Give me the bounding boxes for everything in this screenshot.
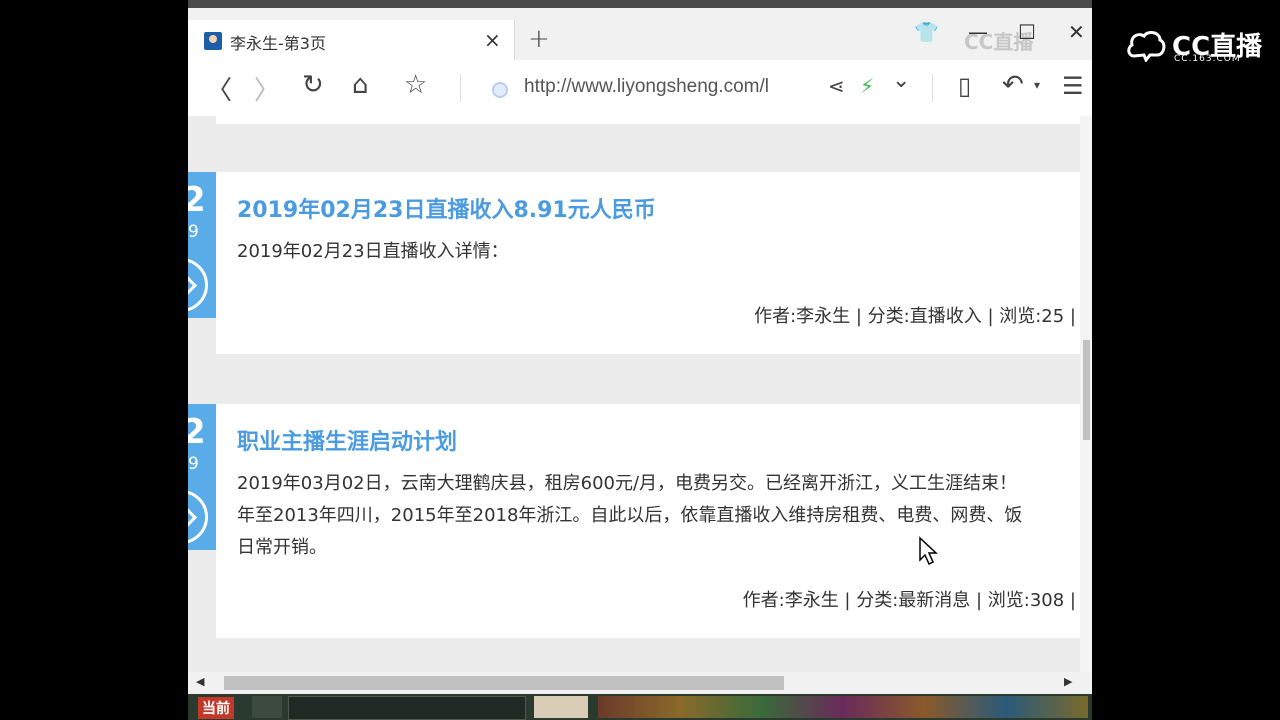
- vertical-scrollbar[interactable]: [1080, 116, 1092, 672]
- post-meta: 作者:李永生 | 分类:最新消息 | 浏览:308 |: [742, 590, 1076, 611]
- window-close-button[interactable]: ✕: [1068, 20, 1085, 44]
- divider: [932, 74, 933, 102]
- forward-button[interactable]: 〉: [254, 70, 280, 107]
- browser-window: 李永生-第3页 × + 👕 CC直播 — ☐ ✕ 〈 〉 ↻ ⌂ ☆ http:…: [188, 0, 1092, 720]
- cc-logo-icon: [1127, 31, 1166, 62]
- game-item-icon[interactable]: [534, 696, 588, 718]
- undo-button[interactable]: ↶: [1002, 70, 1024, 100]
- navigation-bar: 〈 〉 ↻ ⌂ ☆ http://www.liyongsheng.com/l ⋖…: [188, 60, 1092, 117]
- post-date-day: 2: [188, 412, 206, 452]
- tab-close-icon[interactable]: ×: [484, 28, 501, 52]
- post-date-year: 9: [188, 222, 199, 242]
- post-meta: 作者:李永生 | 分类:直播收入 | 浏览:25 |: [754, 306, 1076, 327]
- horizontal-scroll-thumb[interactable]: [224, 676, 784, 690]
- tab-title: 李永生-第3页: [230, 34, 326, 53]
- refresh-button[interactable]: ↻: [302, 70, 324, 100]
- back-button[interactable]: 〈: [206, 70, 232, 107]
- top-strip: [188, 0, 1092, 8]
- game-taskbar: 当前: [188, 694, 1092, 720]
- post-summary-line: 2019年03月02日，云南大理鹤庆县，租房600元/月，电费另交。已经离开浙江…: [237, 473, 1018, 494]
- new-tab-button[interactable]: +: [528, 24, 550, 54]
- post-date-day: 2: [188, 180, 206, 220]
- post-title-link[interactable]: 2019年02月23日直播收入8.91元人民币: [237, 192, 656, 224]
- maximize-button[interactable]: ☐: [1018, 20, 1036, 44]
- post-date-block: 2 9: [188, 404, 216, 550]
- skin-icon[interactable]: 👕: [914, 20, 939, 44]
- undo-dropdown-icon[interactable]: ▾: [1034, 78, 1040, 92]
- scroll-corner: [1080, 672, 1092, 694]
- tab-bar: 李永生-第3页 × + 👕 CC直播 — ☐ ✕: [188, 8, 1092, 60]
- vertical-scroll-thumb[interactable]: [1083, 340, 1090, 440]
- horizontal-scrollbar[interactable]: ◀ ▶: [188, 672, 1080, 694]
- post-card: 职业主播生涯启动计划 2019年03月02日，云南大理鹤庆县，租房600元/月，…: [216, 404, 1080, 638]
- game-input-box[interactable]: [288, 696, 526, 720]
- previous-card-bottom: [216, 116, 1080, 124]
- scroll-left-arrow-icon[interactable]: ◀: [196, 675, 204, 688]
- post-date-year: 9: [188, 454, 199, 474]
- arrow-circle-icon[interactable]: [188, 490, 208, 544]
- site-info-icon[interactable]: [492, 82, 508, 98]
- scroll-right-arrow-icon[interactable]: ▶: [1064, 675, 1072, 688]
- current-label: 当前: [198, 697, 234, 719]
- favicon-icon: [204, 32, 222, 50]
- post-summary-line: 年至2013年四川，2015年至2018年浙江。自此以后，依靠直播收入维持房租费…: [237, 505, 1023, 526]
- arrow-circle-icon[interactable]: [188, 258, 208, 312]
- mouse-cursor-icon: [919, 536, 938, 566]
- game-skill-bar[interactable]: [598, 696, 1088, 718]
- speed-bolt-icon[interactable]: ⚡: [860, 74, 874, 98]
- tablet-icon[interactable]: ▯: [958, 72, 971, 100]
- minimize-button[interactable]: —: [968, 20, 988, 44]
- post-summary-line: 日常开销。: [237, 537, 327, 558]
- menu-icon[interactable]: ☰: [1062, 72, 1084, 100]
- home-button[interactable]: ⌂: [352, 70, 369, 100]
- post-card: 2019年02月23日直播收入8.91元人民币 2019年02月23日直播收入详…: [216, 172, 1080, 354]
- cc-brand-sub: CC.163.COM: [1174, 54, 1241, 64]
- post-summary: 2019年02月23日直播收入详情：: [237, 236, 1080, 268]
- divider: [460, 74, 461, 102]
- favorite-star-icon[interactable]: ☆: [404, 70, 427, 100]
- address-bar[interactable]: http://www.liyongsheng.com/l: [524, 76, 769, 98]
- mic-icon[interactable]: [252, 696, 282, 718]
- post-date-block: 2 9: [188, 172, 216, 318]
- tab-active[interactable]: 李永生-第3页 ×: [188, 20, 515, 60]
- post-summary: 2019年03月02日，云南大理鹤庆县，租房600元/月，电费另交。已经离开浙江…: [237, 468, 1080, 564]
- share-icon[interactable]: ⋖: [828, 74, 845, 98]
- cc-live-logo: CC直播 CC.163.COM: [1126, 26, 1272, 66]
- address-dropdown-icon[interactable]: ⌄: [892, 68, 910, 93]
- page-content: 2 9 2019年02月23日直播收入8.91元人民币 2019年02月23日直…: [188, 116, 1080, 672]
- post-summary-line: 2019年02月23日直播收入详情：: [237, 241, 509, 262]
- post-title-link[interactable]: 职业主播生涯启动计划: [237, 424, 457, 456]
